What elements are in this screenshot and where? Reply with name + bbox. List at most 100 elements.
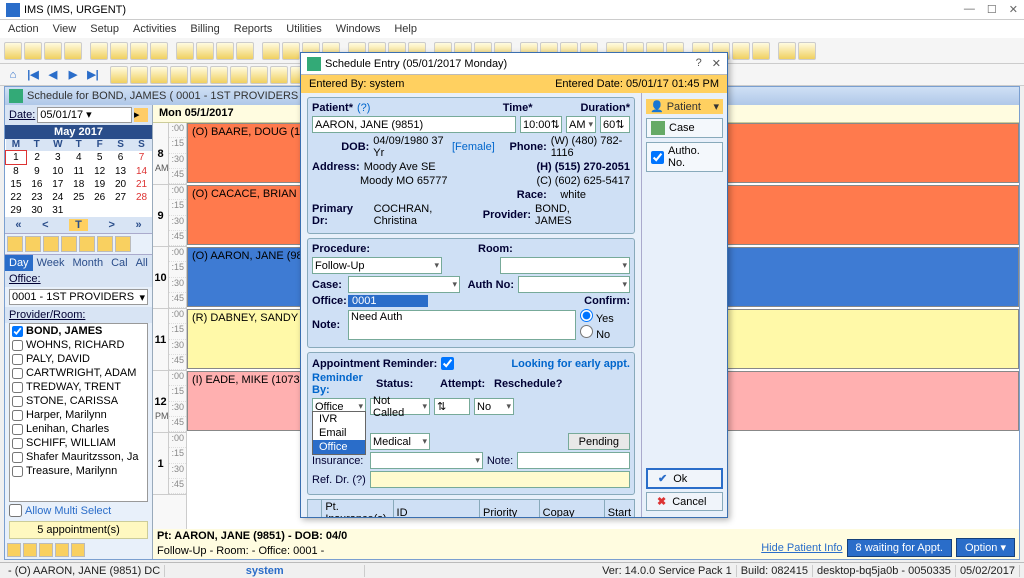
toolbar-button[interactable] [210, 66, 228, 84]
medical-select[interactable]: Medical [370, 433, 430, 450]
nav-first[interactable]: « [15, 219, 21, 231]
option-button[interactable]: Option ▾ [956, 538, 1015, 557]
toolbar-button[interactable] [230, 66, 248, 84]
view-cal[interactable]: Cal [107, 255, 132, 271]
mini-tool-icon[interactable] [71, 543, 85, 557]
duration-input[interactable]: 60⇅ [600, 116, 630, 133]
pending-button[interactable]: Pending [568, 433, 630, 450]
provider-item[interactable]: STONE, CARISSA [10, 394, 147, 408]
insurance-select[interactable] [370, 452, 483, 469]
tool-icon[interactable] [43, 236, 59, 252]
toolbar-button[interactable] [196, 42, 214, 60]
tool-icon[interactable] [79, 236, 95, 252]
time-input[interactable]: 10:00⇅ [520, 116, 562, 133]
provider-item[interactable]: TREDWAY, TRENT [10, 380, 147, 394]
toolbar-button[interactable] [64, 42, 82, 60]
confirm-yes-radio[interactable] [580, 309, 593, 322]
reschedule-select[interactable]: No [474, 398, 514, 415]
ampm-select[interactable]: AM [566, 116, 596, 133]
ins-note-input[interactable] [517, 452, 630, 469]
date-input[interactable]: 05/01/17 ▾ [37, 107, 132, 123]
provider-item[interactable]: BOND, JAMES [10, 324, 147, 338]
menu-action[interactable]: Action [8, 23, 39, 35]
provider-item[interactable]: Lenihan, Charles [10, 422, 147, 436]
toolbar-button[interactable] [170, 66, 188, 84]
provider-item[interactable]: Treasure, Marilynn [10, 464, 147, 478]
menu-billing[interactable]: Billing [190, 23, 219, 35]
toolbar-button[interactable] [130, 66, 148, 84]
reminder-checkbox[interactable] [441, 357, 454, 370]
toolbar-button[interactable] [236, 42, 254, 60]
nav-next[interactable]: > [108, 219, 114, 231]
nav-today[interactable]: T [69, 219, 88, 231]
cancel-button[interactable]: ✖Cancel [646, 492, 723, 511]
reminder-by-dropdown[interactable]: IVR Email Office [312, 411, 366, 455]
close-button[interactable]: ✕ [1009, 3, 1018, 16]
allow-multi-checkbox[interactable] [9, 504, 22, 517]
maximize-button[interactable]: ☐ [987, 3, 997, 16]
toolbar-button[interactable] [110, 66, 128, 84]
toolbar-button[interactable] [282, 42, 300, 60]
patient-input[interactable]: AARON, JANE (9851) [312, 116, 516, 133]
toolbar-button[interactable] [752, 42, 770, 60]
tool-icon[interactable] [97, 236, 113, 252]
nav-last-icon[interactable]: ▶| [84, 67, 102, 83]
menu-setup[interactable]: Setup [90, 23, 119, 35]
looking-early-label[interactable]: Looking for early appt. [511, 358, 630, 370]
toolbar-button[interactable] [798, 42, 816, 60]
side-auth-button[interactable]: Autho. No. [646, 142, 723, 172]
side-patient-header[interactable]: 👤Patient▾ [646, 99, 723, 114]
confirm-no-radio[interactable] [580, 325, 593, 338]
menu-view[interactable]: View [53, 23, 77, 35]
toolbar-button[interactable] [190, 66, 208, 84]
tool-icon[interactable] [25, 236, 41, 252]
toolbar-button[interactable] [262, 42, 280, 60]
mini-tool-icon[interactable] [55, 543, 69, 557]
toolbar-button[interactable] [778, 42, 796, 60]
nav-prev[interactable]: < [42, 219, 48, 231]
tool-icon[interactable] [115, 236, 131, 252]
toolbar-button[interactable] [44, 42, 62, 60]
view-all[interactable]: All [132, 255, 152, 271]
toolbar-button[interactable] [250, 66, 268, 84]
dropdown-option-ivr[interactable]: IVR [313, 412, 365, 426]
toolbar-button[interactable] [130, 42, 148, 60]
nav-prev-icon[interactable]: ◀ [44, 67, 62, 83]
toolbar-button[interactable] [24, 42, 42, 60]
mini-tool-icon[interactable] [7, 543, 21, 557]
office-select[interactable]: 0001 - 1ST PROVIDERS▾ [9, 289, 148, 305]
minimize-button[interactable]: — [964, 3, 975, 16]
mini-tool-icon[interactable] [23, 543, 37, 557]
mini-tool-icon[interactable] [39, 543, 53, 557]
provider-item[interactable]: PALY, DAVID [10, 352, 147, 366]
menu-help[interactable]: Help [394, 23, 417, 35]
toolbar-button[interactable] [110, 42, 128, 60]
toolbar-button[interactable] [4, 42, 22, 60]
tool-icon[interactable] [61, 236, 77, 252]
status-select[interactable]: Not Called [370, 398, 430, 415]
tool-icon[interactable] [7, 236, 23, 252]
procedure-select[interactable]: Follow-Up [312, 257, 442, 274]
provider-item[interactable]: Harper, Marilynn [10, 408, 147, 422]
nav-home-icon[interactable]: ⌂ [4, 67, 22, 83]
menu-utilities[interactable]: Utilities [286, 23, 321, 35]
toolbar-button[interactable] [732, 42, 750, 60]
side-case-button[interactable]: Case [646, 118, 723, 138]
toolbar-button[interactable] [216, 42, 234, 60]
dialog-close-icon[interactable]: ✕ [712, 57, 721, 70]
provider-item[interactable]: WOHNS, RICHARD [10, 338, 147, 352]
view-week[interactable]: Week [33, 255, 69, 271]
menu-activities[interactable]: Activities [133, 23, 176, 35]
waiting-button[interactable]: 8 waiting for Appt. [847, 539, 952, 557]
toolbar-button[interactable] [176, 42, 194, 60]
room-select[interactable] [500, 257, 630, 274]
view-month[interactable]: Month [68, 255, 107, 271]
ref-dr-input[interactable] [370, 471, 630, 488]
ok-button[interactable]: ✔Ok [646, 468, 723, 489]
toolbar-button[interactable] [90, 42, 108, 60]
toolbar-button[interactable] [150, 42, 168, 60]
dropdown-option-email[interactable]: Email [313, 426, 365, 440]
office-value[interactable]: 0001 [348, 295, 428, 307]
toolbar-button[interactable] [150, 66, 168, 84]
dialog-help-icon[interactable]: ? [696, 57, 702, 70]
